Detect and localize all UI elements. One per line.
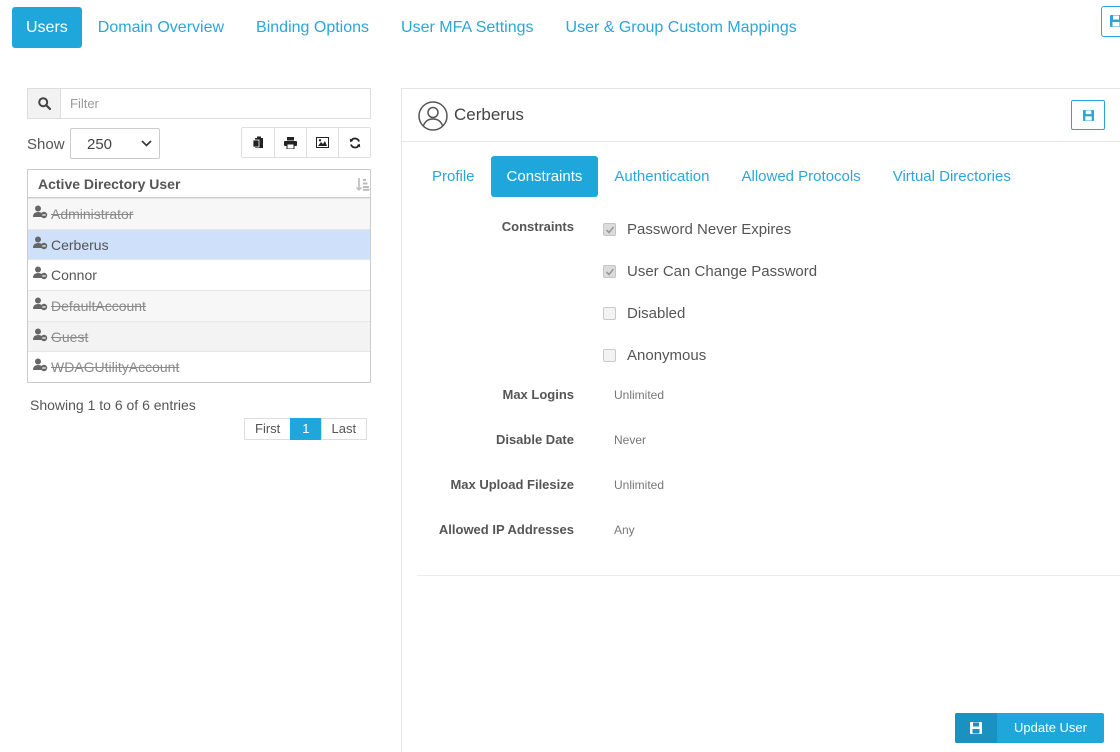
table-row[interactable]: Cerberus xyxy=(28,228,370,260)
user-table: Active Directory User Administrator Cerb… xyxy=(27,169,371,384)
refresh-icon xyxy=(349,137,360,148)
table-row[interactable]: WDAGUtilityAccount xyxy=(28,351,370,382)
user-detail-name: Cerberus xyxy=(454,105,524,124)
tab-user-group-custom-mappings[interactable]: User & Group Custom Mappings xyxy=(550,7,813,48)
clipboard-icon xyxy=(252,136,263,148)
user-name: Administrator xyxy=(51,206,134,222)
table-header[interactable]: Active Directory User xyxy=(28,170,370,198)
print-icon xyxy=(284,136,297,149)
search-icon xyxy=(28,89,61,118)
refresh-button[interactable] xyxy=(338,128,370,157)
filter-input[interactable] xyxy=(61,89,370,118)
save-icon xyxy=(1110,15,1120,27)
table-row[interactable]: Administrator xyxy=(28,198,370,229)
user-detail-tabs: Profile Constraints Authentication Allow… xyxy=(416,156,1027,197)
checkmark-icon xyxy=(605,226,615,234)
checkmark-icon xyxy=(605,268,615,276)
image-icon xyxy=(316,137,329,148)
tab-domain-overview[interactable]: Domain Overview xyxy=(82,7,240,48)
password-never-expires-checkbox[interactable] xyxy=(603,223,616,236)
constraints-label: Constraints xyxy=(501,219,574,234)
save-icon xyxy=(955,713,997,743)
table-row[interactable]: Guest xyxy=(28,320,370,352)
chevron-down-icon xyxy=(141,140,152,147)
user-name: Guest xyxy=(51,328,89,345)
disabled-option[interactable]: Disabled xyxy=(603,305,685,322)
save-button[interactable] xyxy=(1071,100,1105,130)
first-page-button[interactable]: First xyxy=(244,418,292,440)
tab-constraints[interactable]: Constraints xyxy=(490,156,599,197)
user-disabled-icon xyxy=(33,205,48,219)
user-name: WDAGUtilityAccount xyxy=(51,359,180,376)
top-save-button[interactable] xyxy=(1101,6,1120,37)
tab-profile[interactable]: Profile xyxy=(416,156,491,197)
column-header: Active Directory User xyxy=(38,176,181,192)
disabled-label: Disabled xyxy=(627,305,686,322)
update-user-label: Update User xyxy=(1014,720,1087,735)
max-logins-label: Max Logins xyxy=(502,387,574,402)
tab-allowed-protocols[interactable]: Allowed Protocols xyxy=(725,156,876,197)
user-avatar-icon xyxy=(418,101,448,131)
table-row[interactable]: DefaultAccount xyxy=(28,290,370,321)
user-detail-header: Cerberus xyxy=(402,89,1120,142)
export-toolbar xyxy=(241,127,371,158)
user-disabled-icon xyxy=(33,328,48,341)
tab-users[interactable]: Users xyxy=(12,7,82,48)
user-disabled-icon xyxy=(33,358,48,372)
anonymous-label: Anonymous xyxy=(627,347,707,364)
image-button[interactable] xyxy=(306,128,338,157)
tab-binding-options[interactable]: Binding Options xyxy=(240,7,385,48)
disable-date-label: Disable Date xyxy=(495,432,574,447)
page-size-select[interactable]: 250 xyxy=(70,128,160,159)
password-never-expires-option[interactable]: Password Never Expires xyxy=(603,221,791,238)
filter-box xyxy=(27,88,371,119)
user-icon xyxy=(33,266,48,280)
page-1-button[interactable]: 1 xyxy=(290,418,322,440)
user-can-change-password-label: User Can Change Password xyxy=(627,263,818,280)
copy-button[interactable] xyxy=(242,128,274,157)
divider xyxy=(417,575,1120,576)
tab-user-mfa-settings[interactable]: User MFA Settings xyxy=(385,7,550,48)
user-name: Cerberus xyxy=(51,236,109,253)
disable-date-value: Never xyxy=(614,433,647,447)
max-upload-filesize-value: Unlimited xyxy=(614,478,665,492)
tab-authentication[interactable]: Authentication xyxy=(598,156,725,197)
print-button[interactable] xyxy=(274,128,306,157)
table-row[interactable]: Connor xyxy=(28,259,370,290)
update-user-button[interactable]: Update User xyxy=(955,713,1104,743)
max-upload-filesize-label: Max Upload Filesize xyxy=(450,477,574,492)
save-icon xyxy=(1083,110,1094,121)
allowed-ip-addresses-label: Allowed IP Addresses xyxy=(438,522,574,537)
user-can-change-password-option[interactable]: User Can Change Password xyxy=(603,263,817,280)
disabled-checkbox[interactable] xyxy=(603,307,616,320)
anonymous-option[interactable]: Anonymous xyxy=(603,347,706,364)
user-name: DefaultAccount xyxy=(51,298,146,315)
user-name: Connor xyxy=(51,267,97,284)
entries-info: Showing 1 to 6 of 6 entries xyxy=(30,397,196,413)
last-page-button[interactable]: Last xyxy=(320,418,368,440)
tab-virtual-directories[interactable]: Virtual Directories xyxy=(877,156,1027,197)
show-label: Show xyxy=(27,136,65,153)
anonymous-checkbox[interactable] xyxy=(603,349,616,362)
pagination: First 1 Last xyxy=(244,418,368,440)
user-disabled-icon xyxy=(33,297,48,311)
max-logins-value: Unlimited xyxy=(614,388,665,402)
sort-icon xyxy=(356,178,370,191)
user-icon xyxy=(33,236,48,249)
user-can-change-password-checkbox[interactable] xyxy=(603,265,616,278)
password-never-expires-label: Password Never Expires xyxy=(627,221,792,238)
allowed-ip-addresses-value: Any xyxy=(614,523,635,537)
page-size-value: 250 xyxy=(87,136,113,153)
main-tabs: Users Domain Overview Binding Options Us… xyxy=(12,7,813,48)
